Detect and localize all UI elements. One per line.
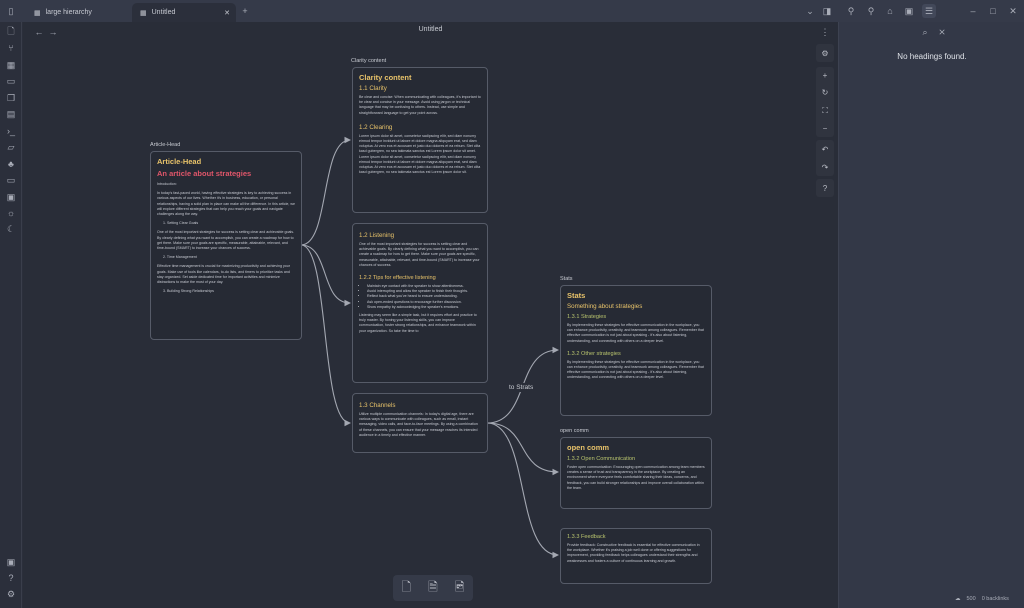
heading: 1.2 Listening [359, 232, 395, 239]
card-label: Clarity content [351, 58, 387, 64]
heading: An article about strategies [157, 169, 252, 178]
window-close-icon[interactable]: ✕ [1006, 4, 1020, 18]
card-label: Stats [560, 276, 573, 282]
heading: 1.1 Clarity [359, 85, 387, 92]
canvas-settings-button[interactable]: ⚙ [816, 44, 834, 62]
edge-channels-feedback [486, 422, 560, 559]
zoom-controls: + ↻ ⛶ − [816, 67, 834, 137]
backlinks-icon[interactable]: ⚲ [844, 4, 858, 18]
heading: 1.3.2 Open Communication [567, 456, 636, 462]
add-card-icon[interactable]: 🗋 [402, 578, 412, 599]
word-count: 500 [966, 596, 976, 602]
text: Foster open communication: Encouraging o… [567, 465, 705, 490]
add-media-icon[interactable]: 🖻 [455, 578, 465, 599]
heading: 1.2 Clearing [359, 123, 393, 131]
card-label: open comm [560, 428, 589, 434]
card-creation-toolbar: 🗋 🗎 🖻 [393, 575, 473, 601]
edge-label[interactable]: to Strats [508, 383, 535, 392]
heading: 1.3.1 Strategies [567, 314, 607, 320]
heading: 1.2.2 Tips for effective listening [359, 275, 436, 282]
tags-icon[interactable]: ⌂ [883, 4, 897, 18]
add-note-icon[interactable]: 🗎 [428, 578, 438, 599]
text: Lorem ipsum dolor sit amet, consetetur s… [359, 133, 481, 175]
text: One of the most important strategies for… [359, 242, 480, 267]
zoom-in-icon[interactable]: + [823, 71, 828, 80]
outline-icon[interactable]: ☰ [922, 4, 936, 18]
text: 1. Setting Clear Goals [163, 221, 199, 226]
card-open-comm[interactable]: open comm 1.3.2 Open Communication Foste… [560, 437, 712, 509]
card-article-head[interactable]: Article-Head An article about strategies… [150, 151, 302, 340]
heading: open comm [567, 443, 610, 452]
text: In today's fast-paced world, having effe… [157, 191, 295, 217]
zoom-out-icon[interactable]: − [823, 124, 828, 133]
undo-icon[interactable]: ↶ [822, 145, 829, 154]
text: Introduction: [157, 182, 177, 186]
card-label: Article-Head [150, 142, 181, 148]
minimize-icon[interactable]: – [966, 4, 980, 18]
help-button[interactable]: ? [816, 179, 834, 197]
text: 3. Building Strong Relationships [163, 289, 214, 294]
status-bar: ☁ 500 0 backlinks [955, 596, 1009, 602]
redo-icon[interactable]: ↷ [822, 163, 829, 172]
card-listening[interactable]: 1.2 Listening One of the most important … [352, 223, 488, 383]
heading: Something about strategies [567, 303, 643, 310]
text: By implementing these strategies for eff… [567, 359, 704, 380]
text: Utilize multiple communication channels:… [359, 412, 478, 437]
outline-panel: ⌕ ⨯ No headings found. [838, 22, 1024, 608]
text: One of the most important strategies for… [157, 230, 295, 251]
heading: 1.3.2 Other strategies [567, 350, 621, 357]
text: Listening may seem like a simple task, b… [359, 313, 477, 333]
backlinks-count[interactable]: 0 backlinks [982, 596, 1009, 602]
heading: Clarity content [359, 73, 412, 82]
archive-icon[interactable]: ▣ [902, 4, 916, 18]
text: 2. Time Management [163, 255, 197, 260]
card-feedback[interactable]: 1.3.3 Feedback Provide feedback: Constru… [560, 528, 712, 584]
edge-channels-open [486, 422, 560, 476]
sync-icon[interactable]: ☁ [955, 596, 961, 602]
card-clarity-content[interactable]: Clarity content 1.1 Clarity Be clear and… [352, 67, 488, 213]
outgoing-links-icon[interactable]: ⚲ [864, 4, 878, 18]
history-controls: ↶ ↷ [816, 140, 834, 176]
right-panel-header: ⚲ ⚲ ⌂ ▣ ☰ – □ ✕ [838, 0, 1024, 22]
no-headings-message: No headings found. [897, 52, 967, 61]
text: Effective time management is crucial for… [157, 264, 290, 285]
text: By implementing these strategies for eff… [567, 323, 704, 343]
card-channels[interactable]: 1.3 Channels Utilize multiple communicat… [352, 393, 488, 453]
card-stats[interactable]: Stats Something about strategies 1.3.1 S… [560, 285, 712, 416]
heading: Stats [567, 291, 586, 300]
edge-article-clarity [300, 136, 352, 246]
heading: 1.3 Channels [359, 402, 396, 409]
collapse-icon[interactable]: ⨯ [935, 25, 949, 39]
heading: 1.3.3 Feedback [567, 534, 606, 540]
text: Be clear and concise: When communicating… [359, 95, 481, 115]
zoom-to-fit-icon[interactable]: ⛶ [822, 106, 828, 116]
text: Provide feedback: Constructive feedback … [567, 543, 700, 563]
help-icon: ? [822, 183, 828, 193]
settings-icon: ⚙ [821, 48, 829, 58]
reset-zoom-icon[interactable]: ↻ [822, 88, 829, 97]
edge-article-channels [300, 244, 352, 427]
maximize-icon[interactable]: □ [986, 4, 1000, 18]
search-icon[interactable]: ⌕ [918, 25, 932, 39]
edge-article-listening [300, 244, 352, 307]
list-item: Show empathy by acknowledging the speake… [367, 305, 481, 310]
heading: Article-Head [157, 157, 202, 166]
